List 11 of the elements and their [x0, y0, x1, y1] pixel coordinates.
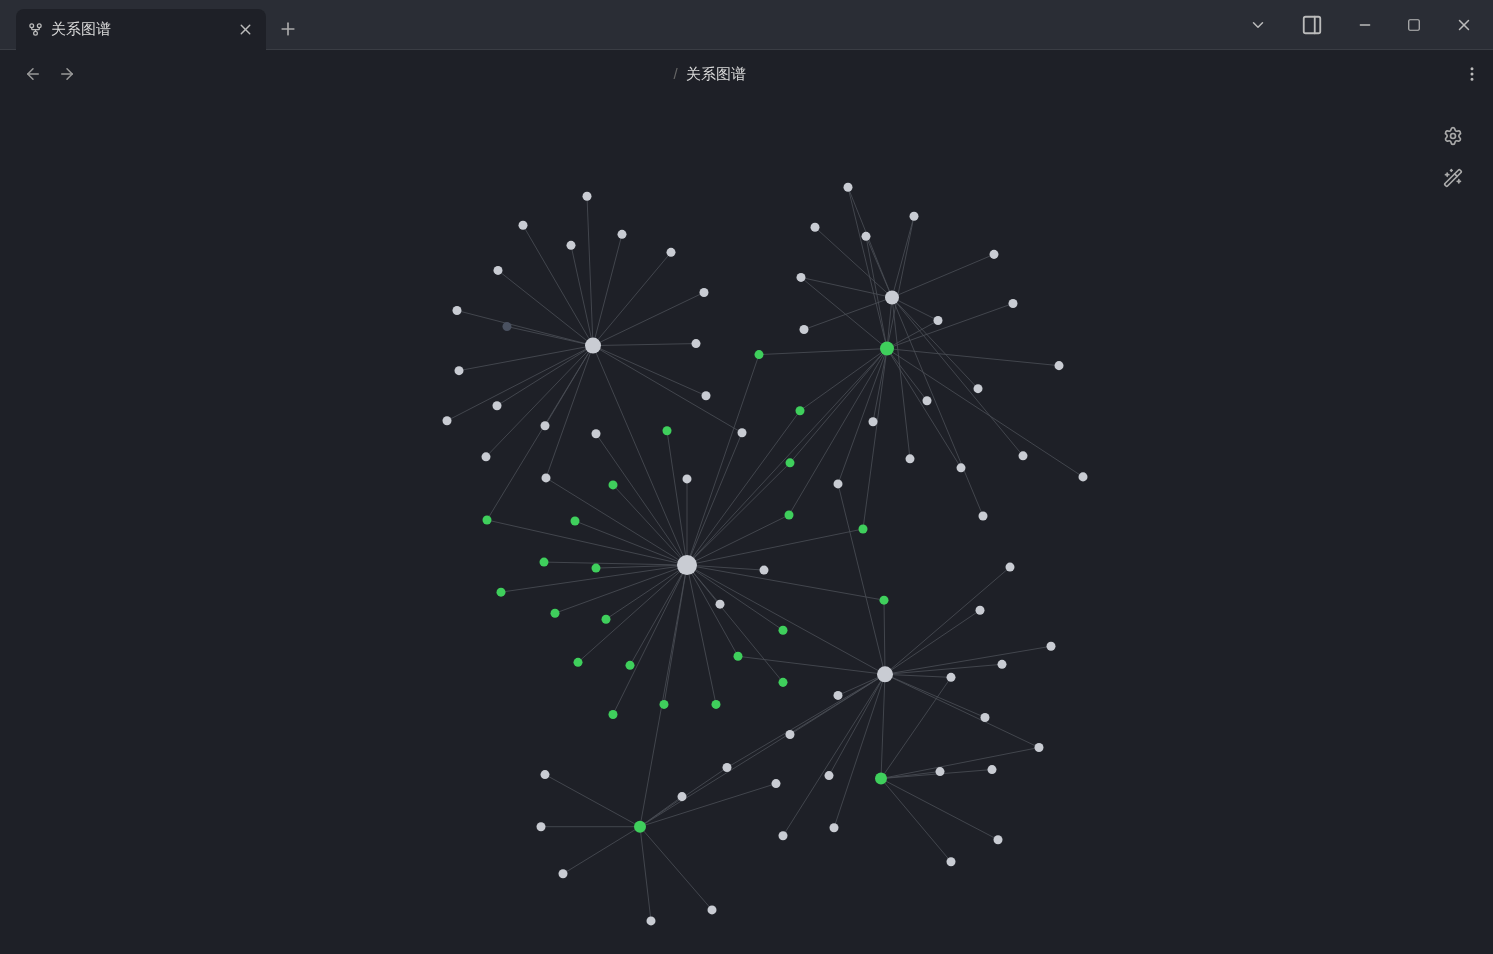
tab[interactable]: 关系图谱 — [16, 9, 266, 50]
magic-wand-icon[interactable] — [1443, 168, 1463, 188]
breadcrumb-separator: / — [673, 63, 678, 84]
forward-arrow-icon[interactable] — [58, 65, 76, 83]
settings-icon[interactable] — [1443, 126, 1463, 146]
sidebar-toggle-icon[interactable] — [1301, 13, 1323, 36]
maximize-icon[interactable] — [1407, 17, 1421, 32]
graph-icon — [28, 22, 43, 37]
graph-nodes[interactable] — [442, 182, 1088, 926]
view-title: 关系图谱 — [685, 63, 746, 84]
tab-label: 关系图谱 — [51, 19, 112, 40]
